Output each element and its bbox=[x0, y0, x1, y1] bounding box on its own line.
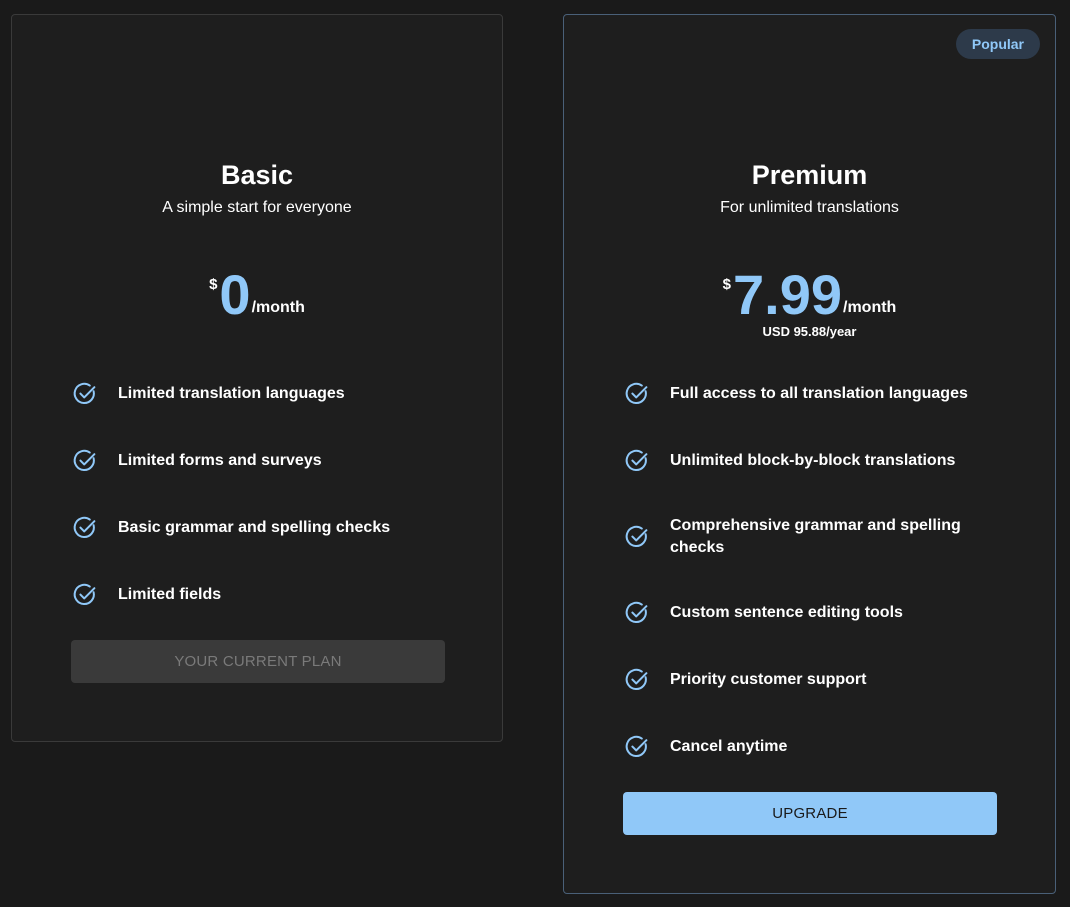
feature-label: Limited fields bbox=[118, 585, 222, 603]
check-circle-icon bbox=[73, 583, 96, 605]
feature-label: Custom sentence editing tools bbox=[670, 603, 903, 621]
feature-label: Limited forms and surveys bbox=[118, 451, 322, 469]
plan-title: Basic bbox=[220, 160, 294, 190]
check-circle-icon bbox=[625, 382, 648, 404]
premium-plan-card: Popular Premium For unlimited translatio… bbox=[563, 14, 1056, 894]
feature-item: Limited fields bbox=[72, 561, 462, 628]
check-circle-icon bbox=[625, 735, 648, 757]
check-circle-icon bbox=[625, 668, 648, 690]
feature-item: Custom sentence editing tools bbox=[624, 579, 1015, 646]
feature-item: Basic grammar and spelling checks bbox=[72, 494, 462, 561]
upgrade-button[interactable]: UPGRADE bbox=[623, 792, 997, 835]
check-circle-icon bbox=[625, 449, 648, 471]
feature-label: Full access to all translation languages bbox=[670, 384, 968, 402]
feature-item: Limited translation languages bbox=[72, 360, 462, 427]
plan-title: Premium bbox=[751, 160, 868, 190]
feature-label: Comprehensive grammar and spelling check… bbox=[670, 516, 961, 556]
feature-list: Limited translation languages Limited fo… bbox=[72, 360, 462, 628]
feature-label: Basic grammar and spelling checks bbox=[118, 518, 391, 536]
current-plan-button[interactable]: YOUR CURRENT PLAN bbox=[71, 640, 445, 683]
feature-item: Full access to all translation languages bbox=[624, 360, 1015, 427]
check-circle-icon bbox=[73, 382, 96, 404]
price-period: /month bbox=[843, 299, 897, 316]
basic-plan-card: Basic A simple start for everyone $ 0 /m… bbox=[11, 14, 503, 742]
feature-item: Comprehensive grammar and spelling check… bbox=[624, 494, 1015, 579]
feature-item: Limited forms and surveys bbox=[72, 427, 462, 494]
currency-symbol: $ bbox=[722, 276, 731, 293]
pricing-page: Basic A simple start for everyone $ 0 /m… bbox=[0, 0, 1070, 907]
feature-label: Cancel anytime bbox=[670, 737, 788, 755]
feature-label: Unlimited block-by-block translations bbox=[670, 451, 956, 469]
feature-label: Priority customer support bbox=[670, 670, 867, 688]
feature-list: Full access to all translation languages… bbox=[624, 360, 1015, 780]
price-amount: 0 bbox=[219, 263, 251, 326]
feature-item: Cancel anytime bbox=[624, 713, 1015, 780]
feature-item: Priority customer support bbox=[624, 646, 1015, 713]
check-circle-icon bbox=[73, 516, 96, 538]
price-period: /month bbox=[251, 299, 305, 316]
plan-subtitle: A simple start for everyone bbox=[162, 199, 352, 216]
check-circle-icon bbox=[625, 601, 648, 623]
check-circle-icon bbox=[73, 449, 96, 471]
plan-price: $ 0 /month bbox=[12, 261, 502, 325]
check-circle-icon bbox=[625, 525, 648, 547]
popular-badge: Popular bbox=[955, 29, 1040, 59]
price-amount: 7.99 bbox=[733, 263, 842, 326]
plan-subtitle: For unlimited translations bbox=[720, 199, 899, 216]
feature-label: Limited translation languages bbox=[118, 384, 345, 402]
yearly-price: USD 95.88/year bbox=[762, 324, 857, 339]
plan-price: $ 7.99 /month bbox=[564, 261, 1055, 325]
feature-item: Unlimited block-by-block translations bbox=[624, 427, 1015, 494]
currency-symbol: $ bbox=[209, 276, 218, 293]
